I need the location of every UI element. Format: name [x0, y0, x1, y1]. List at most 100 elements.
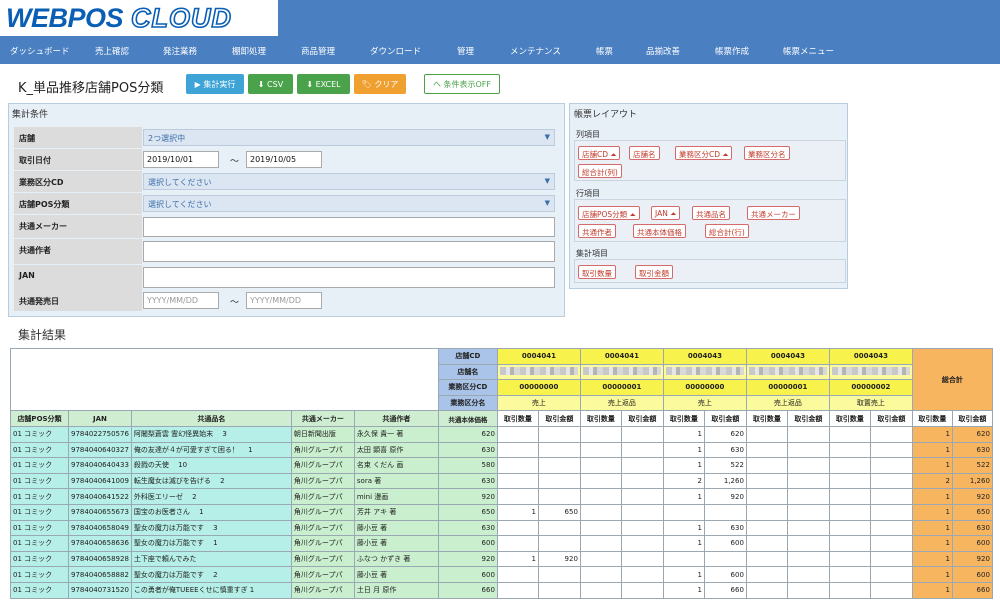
clear-button[interactable]: 🏷 クリア: [354, 74, 406, 94]
table-cell: 角川グループパ: [290, 472, 355, 490]
nav-sales[interactable]: 売上確認: [95, 45, 129, 57]
table-cell: 朝日新聞出版: [290, 425, 355, 443]
table-row[interactable]: 01 コミック 9784040640327 俺の友達が４が可愛すぎて困る！ 1 角川グ…: [10, 441, 993, 459]
chip-pos-class[interactable]: 店舗POS分類 ⏶: [578, 206, 640, 220]
nav-maintenance[interactable]: メンテナンス: [510, 45, 561, 57]
chip-total-row[interactable]: 総合計(行): [705, 224, 749, 238]
table-cell: 630: [437, 472, 498, 490]
nav-products[interactable]: 商品管理: [301, 45, 335, 57]
chip-total-col[interactable]: 総合計(列): [578, 164, 622, 178]
author-input[interactable]: [143, 241, 555, 262]
chip-store-cd[interactable]: 店舗CD ⏶: [578, 146, 621, 160]
jan-input[interactable]: [143, 267, 555, 288]
excel-button[interactable]: ⬇ EXCEL: [297, 74, 350, 94]
table-cell: 外科医エリーゼ 2: [130, 488, 292, 505]
date-from-input[interactable]: 2019/10/01: [143, 151, 219, 168]
table-cell: [828, 425, 871, 443]
nav-assortment[interactable]: 品揃改善: [646, 45, 680, 57]
nav-dashboard[interactable]: ダッシュボード: [10, 45, 70, 57]
csv-button[interactable]: ⬇ CSV: [248, 74, 293, 94]
release-row: 共通発売日 YYYY/MM/DD ～ YYYY/MM/DD: [14, 290, 556, 311]
table-cell: 522: [703, 457, 747, 474]
table-cell: [496, 488, 539, 505]
table-cell: [537, 581, 581, 599]
table-cell: 600: [951, 535, 993, 552]
table-cell: [537, 566, 581, 583]
table-row[interactable]: 01 コミック 9784022750576 阿闍梨蒼雲 霊幻怪異始末 3 朝日新聞出版…: [10, 425, 993, 443]
table-cell: 522: [951, 457, 993, 474]
table-cell: 620: [703, 425, 747, 443]
table-row[interactable]: 01 コミック 9784040655673 国宝のお医者さん 1 角川グループパ 芳井 …: [10, 503, 993, 521]
maker-input[interactable]: [143, 217, 555, 237]
webpos-cloud-logo[interactable]: WEBPOS CLOUD: [0, 0, 278, 36]
date-to-input[interactable]: 2019/10/05: [246, 151, 322, 168]
table-cell: [620, 581, 664, 599]
table-row[interactable]: 01 コミック 9784040731520 この勇者が俺TUEEEくせに慎重すぎ 1…: [10, 581, 993, 599]
result-table-body: 01 コミック 9784022750576 阿闍梨蒼雲 霊幻怪異始末 3 朝日新聞出版…: [10, 425, 993, 599]
nav-download[interactable]: ダウンロード: [370, 45, 421, 57]
table-cell: 620: [437, 425, 498, 443]
table-cell: 藤小豆 著: [353, 535, 439, 552]
table-cell: [869, 550, 913, 568]
table-cell: 1: [662, 581, 705, 599]
table-cell: [537, 535, 581, 552]
release-to-input[interactable]: YYYY/MM/DD: [246, 292, 322, 309]
release-from-input[interactable]: YYYY/MM/DD: [143, 292, 219, 309]
nav-admin[interactable]: 管理: [457, 45, 474, 57]
table-cell: [579, 488, 622, 505]
table-cell: 920: [951, 488, 993, 505]
chip-qty[interactable]: 取引数量: [578, 265, 616, 279]
table-cell: [869, 472, 913, 490]
chip-biz-name[interactable]: 業務区分名: [744, 146, 790, 160]
table-row[interactable]: 01 コミック 9784040658928 土下座で頼んでみた 角川グループパ ふなつ …: [10, 550, 993, 568]
nav-report-menu[interactable]: 帳票メニュー: [783, 45, 834, 57]
table-cell: [703, 503, 747, 521]
chevron-down-icon: ▼: [544, 133, 550, 141]
table-cell: [786, 550, 830, 568]
redacted-store-name: [748, 366, 827, 375]
table-row[interactable]: 01 コミック 9784040658049 聖女の魔力は万能です 3 角川グループパ藤…: [10, 519, 993, 537]
nav-order[interactable]: 発注業務: [163, 45, 197, 57]
table-cell: 1: [662, 519, 705, 537]
table-cell: [869, 441, 913, 459]
table-row[interactable]: 01 コミック 9784040641009 転生魔女は滅びを告げる 2 角川グループパ…: [10, 472, 993, 490]
nav-inventory[interactable]: 棚卸処理: [232, 45, 266, 57]
nav-reports[interactable]: 帳票: [596, 45, 613, 57]
pos-select[interactable]: 選択してください ▼: [143, 195, 555, 212]
table-cell: 1: [496, 550, 539, 568]
table-row[interactable]: 01 コミック 9784040658636 聖女の魔力は万能です 1 角川グループパ藤…: [10, 535, 993, 552]
redacted-store-name: [499, 366, 578, 375]
table-cell: 1: [662, 566, 705, 583]
table-row[interactable]: 01 コミック 9784040640433 殺戮の天使 10 角川グループパ 名束 くだ…: [10, 457, 993, 474]
toggle-conditions-button[interactable]: ヘ 条件表示OFF: [424, 74, 500, 94]
table-cell: [745, 550, 788, 568]
chip-biz-cd[interactable]: 業務区分CD ⏶: [675, 146, 733, 160]
chip-author[interactable]: 共通作者: [578, 224, 616, 238]
table-cell: 1: [911, 566, 953, 583]
chip-maker[interactable]: 共通メーカー: [747, 206, 800, 220]
header-bar: WEBPOS CLOUD: [0, 0, 1000, 36]
total-header: 総合計: [911, 347, 993, 412]
table-row[interactable]: 01 コミック 9784040641522 外科医エリーゼ 2 角川グループパ mini…: [10, 488, 993, 505]
chip-item-name[interactable]: 共通品名: [692, 206, 730, 220]
biz-select[interactable]: 選択してください ▼: [143, 173, 555, 190]
result-table: 店舗CD 0004041 0004041 0004043 0004043 000…: [10, 347, 993, 599]
store-select[interactable]: 2つ選択中 ▼: [143, 129, 555, 146]
table-cell: 920: [437, 550, 498, 568]
table-cell: [828, 550, 871, 568]
table-cell: [828, 488, 871, 505]
table-cell: 660: [951, 581, 993, 599]
table-cell: [537, 519, 581, 537]
table-row[interactable]: 01 コミック 9784040658882 聖女の魔力は万能です 2 角川グループパ藤…: [10, 566, 993, 583]
run-button[interactable]: ▶ 集計実行: [186, 74, 244, 94]
chip-jan[interactable]: JAN ⏶: [651, 206, 681, 220]
date-row: 取引日付 2019/10/01 ～ 2019/10/05: [14, 149, 556, 170]
table-cell: [869, 519, 913, 537]
chip-store-name[interactable]: 店舗名: [629, 146, 660, 160]
nav-report-create[interactable]: 帳票作成: [715, 45, 749, 57]
table-cell: 聖女の魔力は万能です 2: [130, 566, 292, 583]
chip-price[interactable]: 共通本体価格: [633, 224, 686, 238]
chip-amount[interactable]: 取引金額: [635, 265, 673, 279]
table-cell: 角川グループパ: [290, 441, 355, 459]
table-cell: 1: [662, 535, 705, 552]
